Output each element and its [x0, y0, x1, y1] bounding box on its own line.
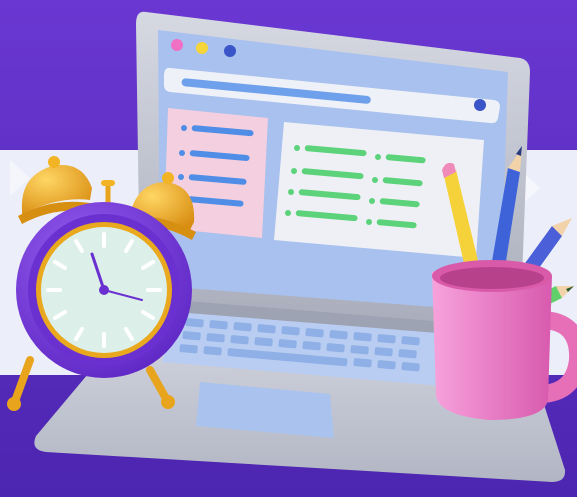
window-dot-yellow	[196, 42, 208, 54]
address-bar-dot	[474, 99, 486, 111]
window-dot-pink	[171, 39, 183, 51]
illustration-scene	[0, 0, 577, 497]
window-dot-blue	[224, 45, 236, 57]
